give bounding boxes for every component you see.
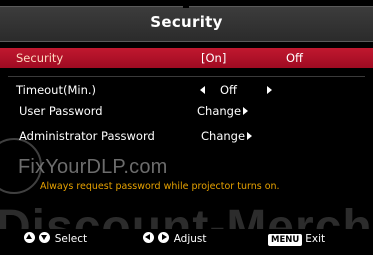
user-password-label: User Password bbox=[19, 104, 103, 118]
adjust-hint: Adjust bbox=[143, 232, 207, 246]
menu-row-security[interactable]: Security [On] Off bbox=[0, 48, 373, 68]
info-message: Always request password while projector … bbox=[40, 181, 280, 192]
exit-hint: MENU Exit bbox=[268, 232, 325, 246]
down-button-icon bbox=[39, 232, 51, 243]
security-on-option[interactable]: [On] bbox=[201, 48, 226, 68]
title-bar: Security bbox=[0, 2, 373, 42]
submenu-arrow-icon bbox=[243, 107, 248, 115]
menu-row-user-password[interactable]: User Password Change bbox=[0, 101, 373, 121]
menu-row-admin-password[interactable]: Administrator Password Change bbox=[0, 126, 373, 146]
select-hint-label: Select bbox=[54, 233, 88, 245]
security-osd-menu: Discount-Merch FixYourDLP.com Security S… bbox=[0, 0, 373, 254]
security-label: Security bbox=[16, 51, 64, 65]
adjust-hint-label: Adjust bbox=[173, 233, 207, 245]
user-password-change[interactable]: Change bbox=[197, 101, 241, 121]
up-button-icon bbox=[24, 232, 35, 243]
menu-key-icon: MENU bbox=[268, 234, 303, 246]
admin-password-change[interactable]: Change bbox=[201, 126, 245, 146]
admin-password-label: Administrator Password bbox=[19, 129, 155, 143]
title-bar-notch bbox=[183, 2, 189, 8]
security-off-option[interactable]: Off bbox=[286, 48, 303, 68]
increase-arrow-icon[interactable] bbox=[267, 86, 272, 94]
site-watermark: FixYourDLP.com bbox=[18, 156, 168, 178]
menu-title: Security bbox=[150, 13, 223, 31]
decrease-arrow-icon[interactable] bbox=[200, 86, 205, 94]
submenu-arrow-icon bbox=[247, 132, 252, 140]
left-button-icon bbox=[143, 232, 154, 243]
menu-row-timeout[interactable]: Timeout(Min.) Off bbox=[0, 80, 373, 100]
timeout-label: Timeout(Min.) bbox=[16, 83, 97, 97]
select-hint: Select bbox=[24, 232, 87, 246]
exit-hint-label: Exit bbox=[305, 233, 326, 245]
menu-divider bbox=[8, 76, 365, 77]
timeout-value: Off bbox=[220, 83, 237, 97]
right-button-icon bbox=[158, 232, 170, 243]
hint-bar: Select Adjust MENU Exit bbox=[0, 229, 373, 249]
